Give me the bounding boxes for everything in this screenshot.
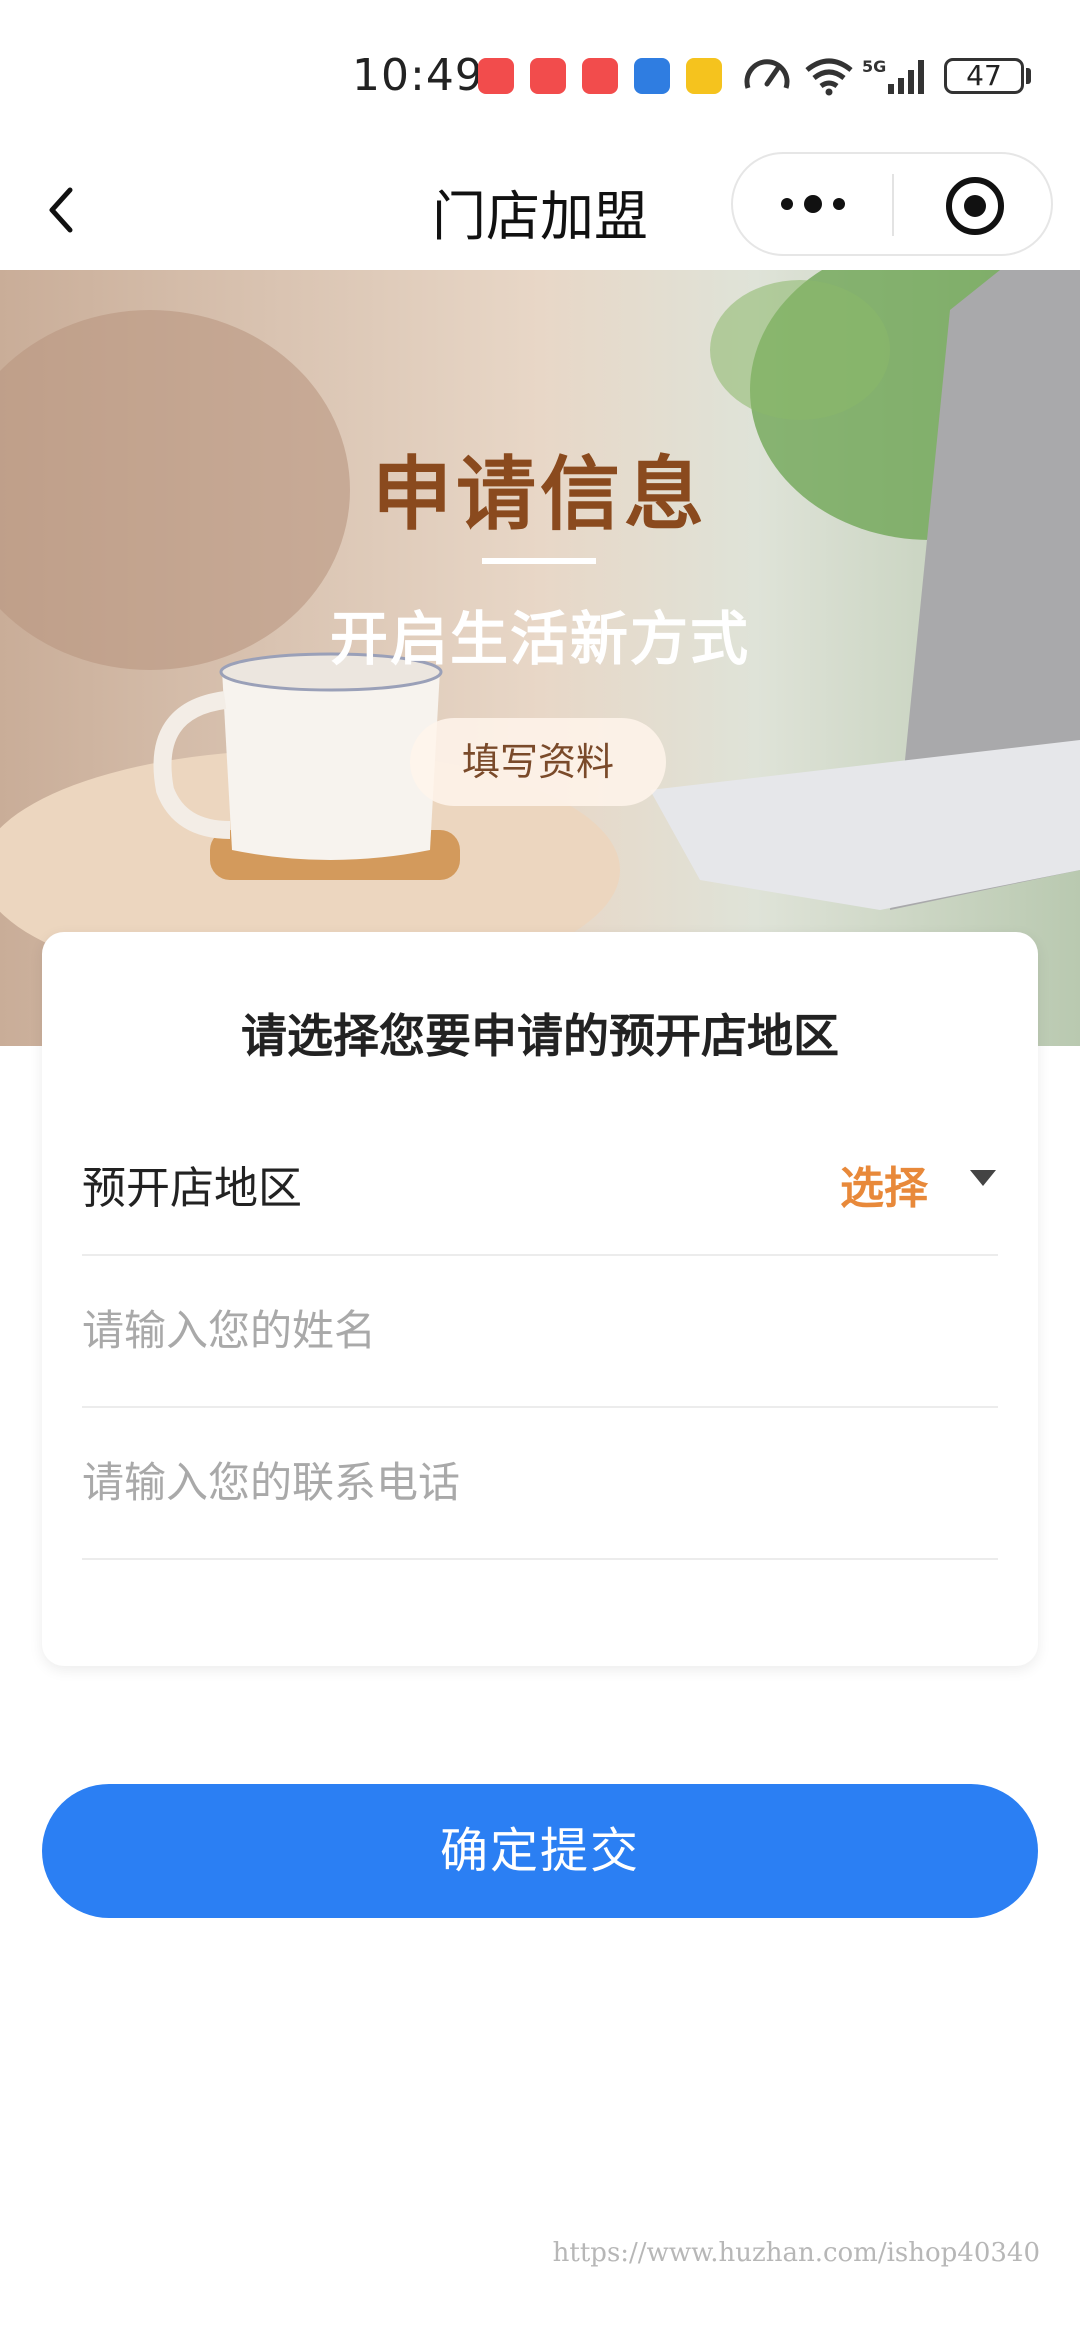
banner-title: 申请信息 bbox=[372, 448, 708, 541]
caret-down-icon[interactable] bbox=[968, 1168, 998, 1188]
battery-icon: 47 bbox=[944, 58, 1024, 94]
application-form-card: 请选择您要申请的预开店地区 预开店地区 选择 bbox=[42, 932, 1038, 1666]
lottery-app-icon bbox=[686, 58, 722, 94]
region-label: 预开店地区 bbox=[82, 1163, 302, 1214]
huawei-app-icon bbox=[582, 58, 618, 94]
submit-button[interactable]: 确定提交 bbox=[42, 1784, 1038, 1918]
phone-input[interactable] bbox=[82, 1442, 998, 1522]
banner: 申请信息 开启生活新方式 填写资料 bbox=[0, 270, 1080, 1046]
nav-bar: 门店加盟 bbox=[0, 150, 1080, 270]
form-heading: 请选择您要申请的预开店地区 bbox=[241, 1009, 839, 1063]
speed-icon bbox=[744, 59, 790, 89]
huawei-app-icon bbox=[530, 58, 566, 94]
target-icon[interactable] bbox=[943, 174, 1007, 238]
mini-program-capsule bbox=[731, 152, 1053, 256]
shield-app-icon bbox=[634, 58, 670, 94]
status-time: 10:49 bbox=[352, 50, 484, 101]
wifi-icon bbox=[805, 58, 853, 96]
region-row[interactable]: 预开店地区 选择 bbox=[82, 1102, 998, 1256]
svg-text:5G: 5G bbox=[862, 57, 886, 76]
fill-info-button[interactable]: 填写资料 bbox=[410, 718, 666, 806]
watermark: https://www.huzhan.com/ishop40340 bbox=[552, 2238, 1040, 2268]
banner-divider bbox=[482, 558, 596, 564]
status-bar: 10:49 5G 47 bbox=[0, 0, 1080, 150]
name-row bbox=[82, 1254, 998, 1408]
banner-subtitle: 开启生活新方式 bbox=[329, 605, 750, 673]
phone-row bbox=[82, 1406, 998, 1560]
region-select[interactable]: 选择 bbox=[840, 1152, 928, 1216]
capsule-divider bbox=[892, 174, 894, 236]
more-dots-icon[interactable] bbox=[773, 184, 853, 224]
5g-signal-icon: 5G bbox=[862, 57, 924, 94]
name-input[interactable] bbox=[82, 1290, 998, 1370]
battery-tip bbox=[1026, 68, 1031, 84]
huawei-app-icon bbox=[478, 58, 514, 94]
